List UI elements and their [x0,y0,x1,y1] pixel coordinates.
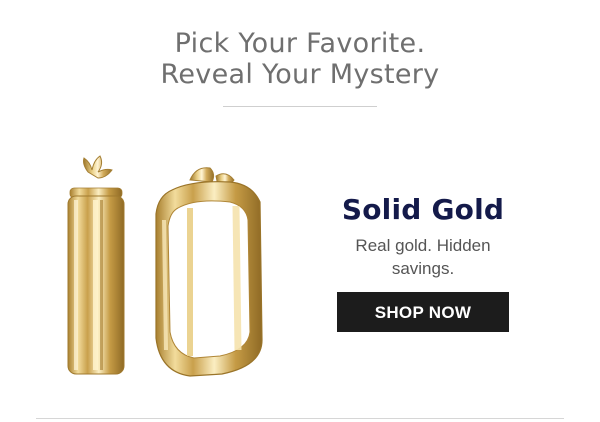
promo-title: Solid Gold [341,193,505,226]
headline-line-1: Pick Your Favorite. [174,28,426,59]
bottom-divider [36,418,564,419]
headline: Pick Your Favorite. Reveal Your Mystery [0,28,600,90]
promo-block: Solid Gold Real gold. Hidden savings. SH… [318,190,528,332]
shop-now-button[interactable]: SHOP NOW [337,292,509,332]
promo-subtitle: Real gold. Hidden savings. [355,236,491,278]
headline-line-2: Reveal Your Mystery [160,59,440,90]
headline-divider [223,106,377,107]
gold-hoop-earrings-icon[interactable] [40,150,310,390]
